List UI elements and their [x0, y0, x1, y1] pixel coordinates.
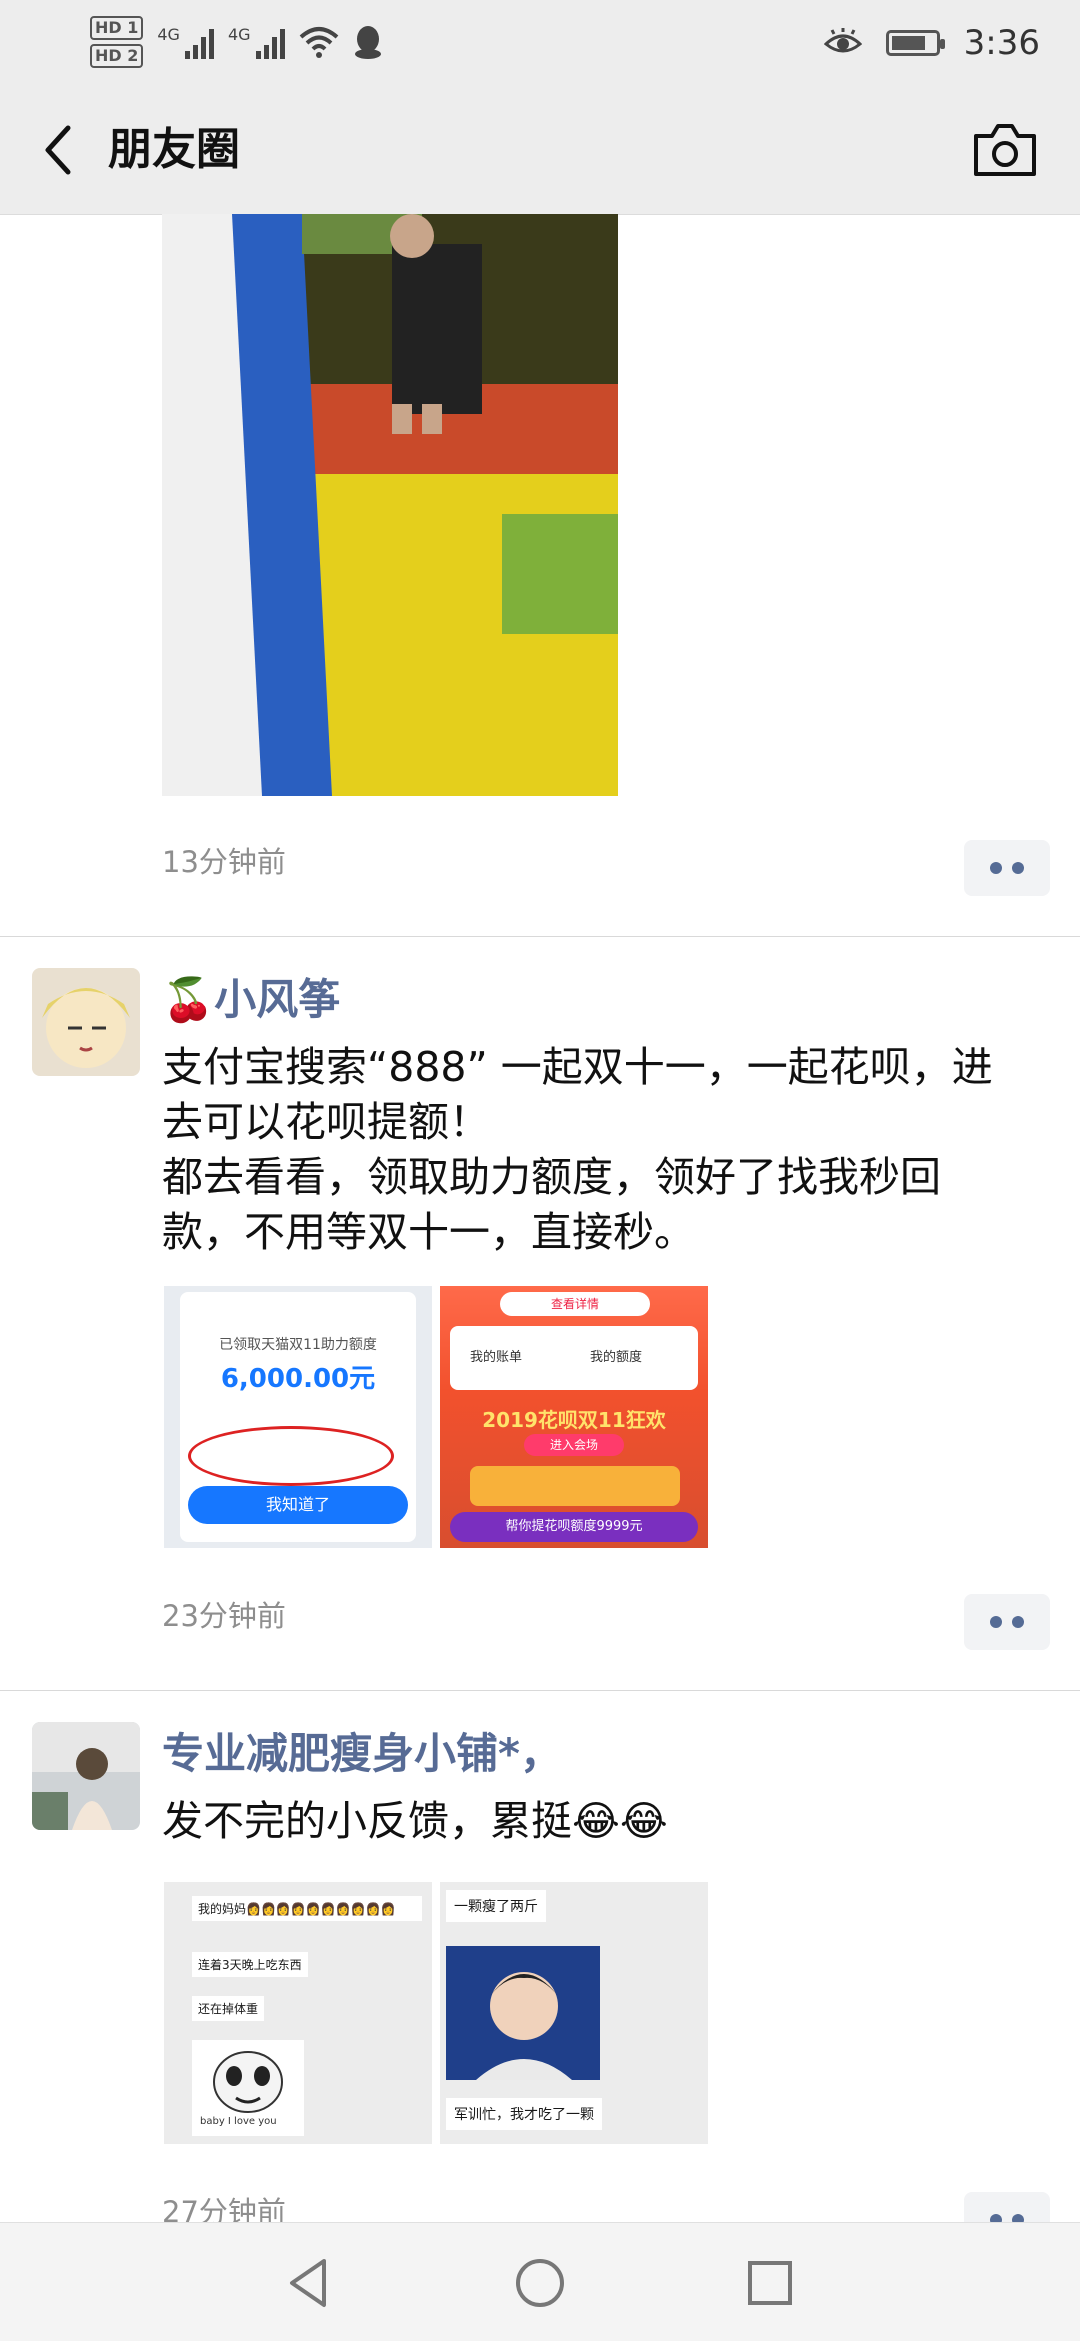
post-divider: [0, 1690, 1080, 1691]
clock: 3:36: [963, 23, 1040, 63]
battery-icon: [885, 30, 945, 56]
post-image[interactable]: 查看详情 我的账单 我的额度 2019花呗双11狂欢 进入会场 帮你提花呗额度9…: [440, 1286, 708, 1548]
chat-line: 一颗瘦了两斤: [446, 1890, 546, 1922]
post-username[interactable]: 🍒小风筝: [162, 972, 340, 1028]
image-amount: 6,000.00元: [220, 1364, 376, 1394]
post-image[interactable]: 一颗瘦了两斤 军训忙，我才吃了一颗: [440, 1882, 708, 2144]
image-left-label: 我的账单: [470, 1350, 523, 1365]
post-time: 13分钟前: [162, 845, 286, 879]
more-button[interactable]: [964, 1594, 1050, 1650]
post-image[interactable]: 我的妈妈👩👩👩👩👩👩👩👩👩👩 连着3天晚上吃东西 还在掉体重 baby I lo…: [164, 1882, 432, 2144]
network-label: 4G: [157, 25, 180, 44]
post-text: 发不完的小反馈，累挺😂😂: [162, 1797, 668, 1845]
avatar[interactable]: [32, 968, 140, 1076]
post-divider: [0, 936, 1080, 937]
page-title: 朋友圈: [108, 124, 240, 175]
qq-icon: [354, 26, 381, 59]
chevron-left-icon[interactable]: [30, 120, 90, 180]
avatar[interactable]: [32, 1722, 140, 1830]
hd2-label: HD 2: [90, 44, 144, 68]
post-image[interactable]: 已领取天猫双11助力额度 6,000.00元 我知道了: [164, 1286, 432, 1548]
system-nav-bar: [0, 2222, 1080, 2341]
image-bottom: 帮你提花呗额度9999元: [450, 1512, 698, 1542]
triangle-back-icon[interactable]: [280, 2253, 340, 2313]
panda-sticker: [213, 2051, 283, 2113]
photo-image: [446, 1946, 600, 2080]
status-right: 3:36: [823, 18, 1040, 68]
post-time: 23分钟前: [162, 1599, 286, 1633]
signal-icon: 4G: [228, 25, 285, 59]
sticker-text: baby I love you: [200, 2116, 277, 2127]
chat-line: 还在掉体重: [192, 1996, 265, 2021]
chat-line: 我的妈妈👩👩👩👩👩👩👩👩👩👩: [192, 1896, 422, 1921]
chat-line: 军训忙，我才吃了一颗: [446, 2098, 602, 2130]
status-bar: HD 1 HD 2 4G 4G 3:36: [0, 0, 1080, 86]
video-thumbnail[interactable]: [162, 214, 618, 796]
image-cta: 进入会场: [524, 1434, 624, 1456]
image-title: 已领取天猫双11助力额度: [219, 1337, 377, 1353]
hd-icon: HD 1 HD 2: [90, 16, 144, 68]
chat-line: 连着3天晚上吃东西: [192, 1952, 308, 1977]
post-text: 支付宝搜索“888” 一起双十一，一起花呗，进去可以花呗提额！ 都去看看，领取助…: [162, 1043, 993, 1256]
network-label: 4G: [227, 25, 251, 44]
circle-home-icon[interactable]: [510, 2253, 570, 2313]
image-banner: 2019花呗双11狂欢: [482, 1408, 666, 1432]
image-right-label: 我的额度: [590, 1350, 643, 1365]
wifi-icon: [299, 27, 338, 58]
post-username[interactable]: 专业减肥瘦身小铺*，: [162, 1726, 562, 1782]
status-left: HD 1 HD 2 4G 4G: [90, 12, 383, 72]
hd1-label: HD 1: [90, 16, 144, 40]
title-bar: 朋友圈: [0, 86, 1080, 215]
image-button: 我知道了: [188, 1486, 408, 1524]
square-recent-icon[interactable]: [740, 2253, 800, 2313]
signal-icon: 4G: [157, 25, 214, 59]
more-button[interactable]: [964, 840, 1050, 896]
eye-icon: [823, 28, 862, 53]
image-top: 查看详情: [500, 1292, 650, 1316]
camera-icon[interactable]: [970, 116, 1040, 182]
